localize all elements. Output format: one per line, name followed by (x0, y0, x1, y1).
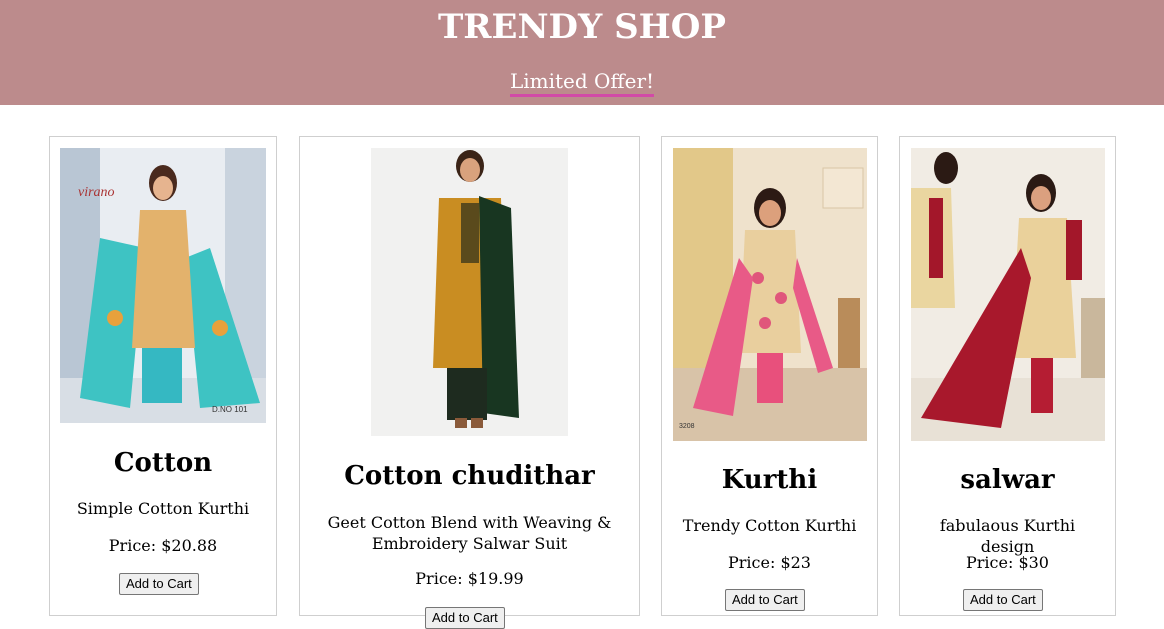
site-header: TRENDY SHOP Limited Offer! (0, 0, 1164, 105)
product-card-salwar: salwar fabulaous Kurthi design Price: $3… (899, 136, 1116, 616)
product-name: Kurthi (721, 465, 818, 495)
product-price: Price: $20.88 (108, 536, 218, 555)
add-to-cart-button[interactable]: Add to Cart (963, 589, 1043, 611)
product-description: Geet Cotton Blend with Weaving & Embroid… (327, 513, 612, 553)
product-price: Price: $19.99 (415, 569, 524, 588)
product-card-kurthi: 3208 Kurthi Trendy Cotton Kurthi Price: … (661, 136, 878, 616)
add-to-cart-button[interactable]: Add to Cart (725, 589, 805, 611)
add-to-cart-button[interactable]: Add to Cart (119, 573, 199, 595)
product-image[interactable] (911, 148, 1105, 441)
product-image[interactable]: virano D.NO 101 (60, 148, 266, 423)
svg-text:D.NO 101: D.NO 101 (212, 405, 248, 414)
svg-text:3208: 3208 (679, 423, 695, 430)
product-image[interactable] (371, 148, 568, 436)
product-name: Cotton chudithar (344, 461, 595, 491)
product-name: Cotton (113, 448, 213, 478)
offer-link-wrap: Limited Offer! (0, 68, 1164, 97)
product-description: fabulaous Kurthi design (939, 516, 1076, 556)
product-card-cotton-chudithar: Cotton chudithar Geet Cotton Blend with … (299, 136, 640, 629)
product-image[interactable]: 3208 (673, 148, 867, 441)
shop-title: TRENDY SHOP (437, 7, 726, 47)
add-to-cart-button[interactable]: Add to Cart (425, 607, 505, 629)
product-price: Price: $23 (728, 553, 811, 572)
product-name: salwar (960, 465, 1055, 495)
product-card-cotton: virano D.NO 101 Cotton Simple Cotton Kur… (49, 136, 277, 616)
limited-offer-link[interactable]: Limited Offer! (509, 69, 655, 97)
product-description: Trendy Cotton Kurthi (682, 516, 857, 535)
product-price: Price: $30 (966, 553, 1049, 572)
svg-text:virano: virano (78, 185, 115, 200)
product-description: Simple Cotton Kurthi (76, 499, 250, 518)
